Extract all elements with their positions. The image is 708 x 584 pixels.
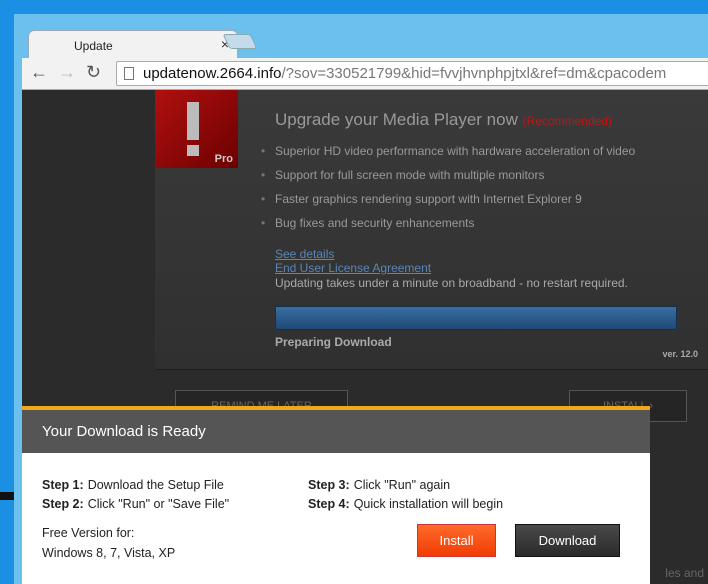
reload-icon[interactable]: ↻	[86, 62, 101, 83]
list-item: Bug fixes and security enhancements	[261, 216, 635, 240]
download-button[interactable]: Download	[515, 524, 620, 557]
url-path: /?sov=330521799&hid=fvvjhvnphpjtxl&ref=d…	[281, 65, 667, 82]
update-note: Updating takes under a minute on broadba…	[275, 276, 628, 290]
icon-label: Pro	[214, 153, 233, 165]
see-details-link[interactable]: See details	[275, 247, 334, 261]
page-icon	[124, 67, 134, 80]
version-label: ver. 12.0	[662, 349, 698, 359]
free-version-text: Free Version for: Windows 8, 7, Vista, XP	[42, 526, 176, 560]
status-text: Preparing Download	[275, 335, 392, 349]
background-text: les and	[665, 566, 704, 580]
list-item: Faster graphics rendering support with I…	[261, 192, 635, 216]
page-content: Pro Upgrade your Media Player now (Recom…	[22, 90, 708, 584]
back-arrow-icon[interactable]: ←	[30, 62, 48, 83]
list-item: Support for full screen mode with multip…	[261, 168, 635, 192]
download-dialog: Your Download is Ready Step 1: Download t…	[22, 406, 650, 584]
panel-title: Upgrade your Media Player now (Recommend…	[275, 110, 612, 129]
step-2: Step 2: Click "Run" or "Save File"	[42, 497, 230, 511]
url-host: updatenow.2664.info	[143, 65, 282, 82]
feature-list: Superior HD video performance with hardw…	[261, 144, 635, 240]
progress-bar	[275, 306, 677, 330]
address-bar[interactable]: updatenow.2664.info/?sov=330521799&hid=f…	[116, 61, 708, 86]
eula-link[interactable]: End User License Agreement	[275, 261, 431, 275]
list-item: Superior HD video performance with hardw…	[261, 144, 635, 168]
dialog-title: Your Download is Ready	[22, 410, 650, 453]
step-3: Step 3: Click "Run" again	[308, 478, 451, 492]
toolbar: ← → ↻ updatenow.2664.info/?sov=330521799…	[22, 58, 708, 90]
step-4: Step 4: Quick installation will begin	[308, 497, 504, 511]
step-1: Step 1: Download the Setup File	[42, 478, 224, 492]
tab-update[interactable]: Update ×	[28, 30, 238, 60]
new-tab-button[interactable]	[222, 34, 258, 49]
warning-icon: Pro	[155, 90, 238, 168]
update-panel: Pro Upgrade your Media Player now (Recom…	[155, 90, 708, 370]
install-button[interactable]: Install	[417, 524, 496, 557]
forward-arrow-icon[interactable]: →	[58, 62, 76, 83]
tab-title: Update	[74, 39, 113, 53]
recommended-label: (Recommended)	[522, 114, 612, 128]
